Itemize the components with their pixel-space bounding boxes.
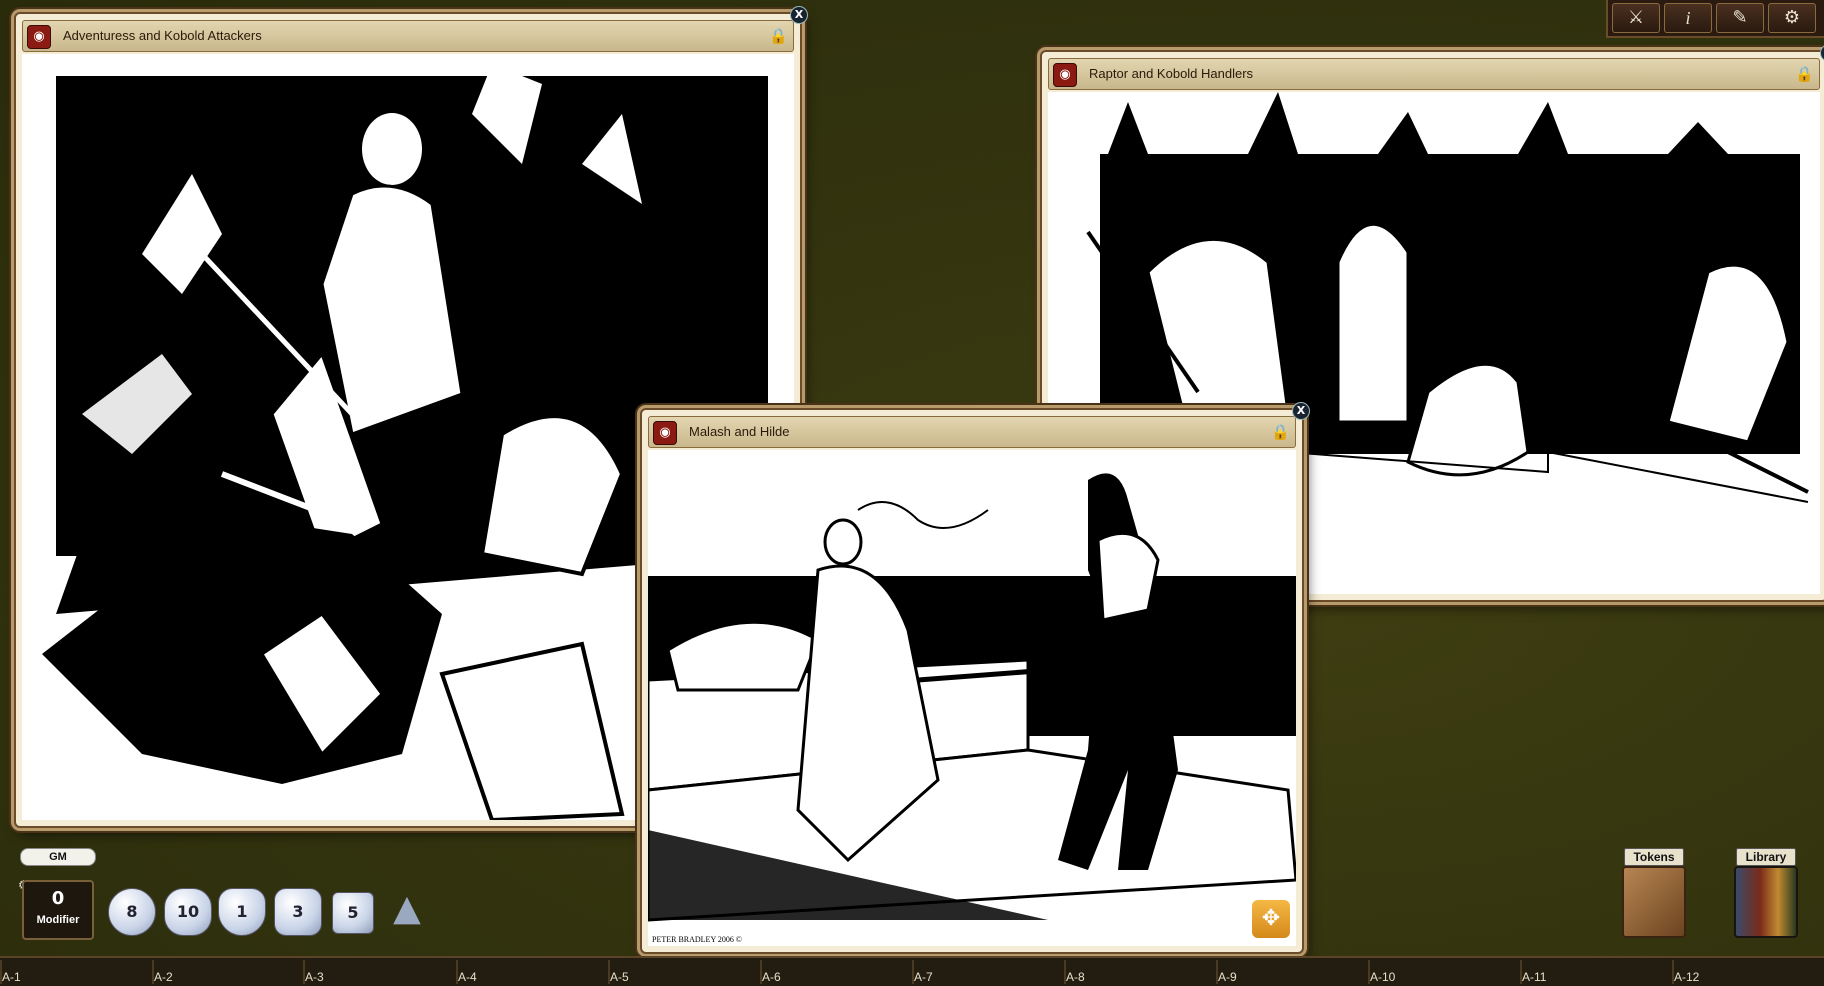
tokens-label: Tokens (1624, 848, 1684, 866)
close-button[interactable]: X (790, 6, 808, 24)
image-icon: ◉ (1053, 63, 1077, 87)
d8-die-icon[interactable]: 3 (274, 888, 322, 936)
d4-die-icon[interactable]: ▲ (384, 886, 430, 932)
library-books-icon (1734, 866, 1798, 938)
hotkey-slot[interactable]: A-11 (1522, 970, 1546, 984)
hotkey-slot[interactable]: A-5 (610, 970, 629, 984)
combat-tracker-icon: ⚔ (1628, 7, 1644, 28)
party-sheet-button[interactable]: i (1664, 3, 1712, 33)
options-button[interactable]: ⚙ (1768, 3, 1816, 33)
tokens-button[interactable]: Tokens (1614, 848, 1694, 940)
window-titlebar[interactable]: ◉ Adventuress and Kobold Attackers 🔒 (22, 20, 794, 52)
close-button[interactable]: X (1292, 402, 1310, 420)
notes-button[interactable]: ✎ (1716, 3, 1764, 33)
hotkey-slot[interactable]: A-7 (914, 970, 933, 984)
window-title: Adventuress and Kobold Attackers (63, 28, 262, 43)
combat-tracker-button[interactable]: ⚔ (1612, 3, 1660, 33)
image-icon: ◉ (653, 421, 677, 445)
top-toolbar: ⚔ i ✎ ⚙ (1606, 0, 1824, 38)
hotkey-slot[interactable]: A-6 (762, 970, 781, 984)
image-canvas[interactable]: PETER BRADLEY 2006 © ✥ (648, 450, 1296, 946)
malash-illustration: PETER BRADLEY 2006 © (648, 450, 1296, 946)
d20-die-icon[interactable]: 8 (108, 888, 156, 936)
d12-die-icon[interactable]: 10 (164, 888, 212, 936)
d6-die-icon[interactable]: 5 (332, 892, 374, 934)
hotkey-slot[interactable]: A-1 (2, 970, 21, 984)
lock-icon[interactable]: 🔒 (769, 26, 787, 46)
hotkey-slot[interactable]: A-3 (305, 970, 324, 984)
modifier-value: 0 (24, 888, 92, 909)
hotkey-bar: A-1 A-2 A-3 A-4 A-5 A-6 A-7 A-8 A-9 A-10… (0, 956, 1824, 986)
close-button[interactable]: X (1820, 44, 1824, 62)
party-info-icon: i (1685, 8, 1690, 28)
window-titlebar[interactable]: ◉ Raptor and Kobold Handlers 🔒 (1048, 58, 1820, 90)
d10-die-icon[interactable]: 1 (218, 888, 266, 936)
image-icon: ◉ (27, 25, 51, 49)
library-button[interactable]: Library (1726, 848, 1806, 940)
expand-icon[interactable]: ✥ (1252, 900, 1290, 938)
hotkey-slot[interactable]: A-8 (1066, 970, 1085, 984)
hotkey-slot[interactable]: A-10 (1370, 970, 1395, 984)
library-label: Library (1736, 848, 1796, 866)
hotkey-slot[interactable]: A-9 (1218, 970, 1237, 984)
tokens-box-icon (1622, 866, 1686, 938)
image-window-malash: ◉ Malash and Hilde 🔒 X ⚲ ⚲ PETER BRADLEY… (640, 408, 1304, 954)
notes-icon: ✎ (1732, 7, 1747, 28)
hotkey-slot[interactable]: A-2 (154, 970, 173, 984)
lock-icon[interactable]: 🔒 (1271, 422, 1289, 442)
modifier-label: Modifier (24, 914, 92, 926)
identity-badge[interactable]: GM (20, 848, 96, 866)
window-title: Raptor and Kobold Handlers (1089, 66, 1253, 81)
window-titlebar[interactable]: ◉ Malash and Hilde 🔒 (648, 416, 1296, 448)
modifier-box[interactable]: 0 Modifier (22, 880, 94, 940)
hotkey-slot[interactable]: A-12 (1674, 970, 1699, 984)
window-title: Malash and Hilde (689, 424, 789, 439)
lock-icon[interactable]: 🔒 (1795, 64, 1813, 84)
dice-options-icon: ⚙ (1784, 7, 1800, 28)
artist-credit: PETER BRADLEY 2006 © (652, 935, 742, 944)
hotkey-slot[interactable]: A-4 (458, 970, 477, 984)
